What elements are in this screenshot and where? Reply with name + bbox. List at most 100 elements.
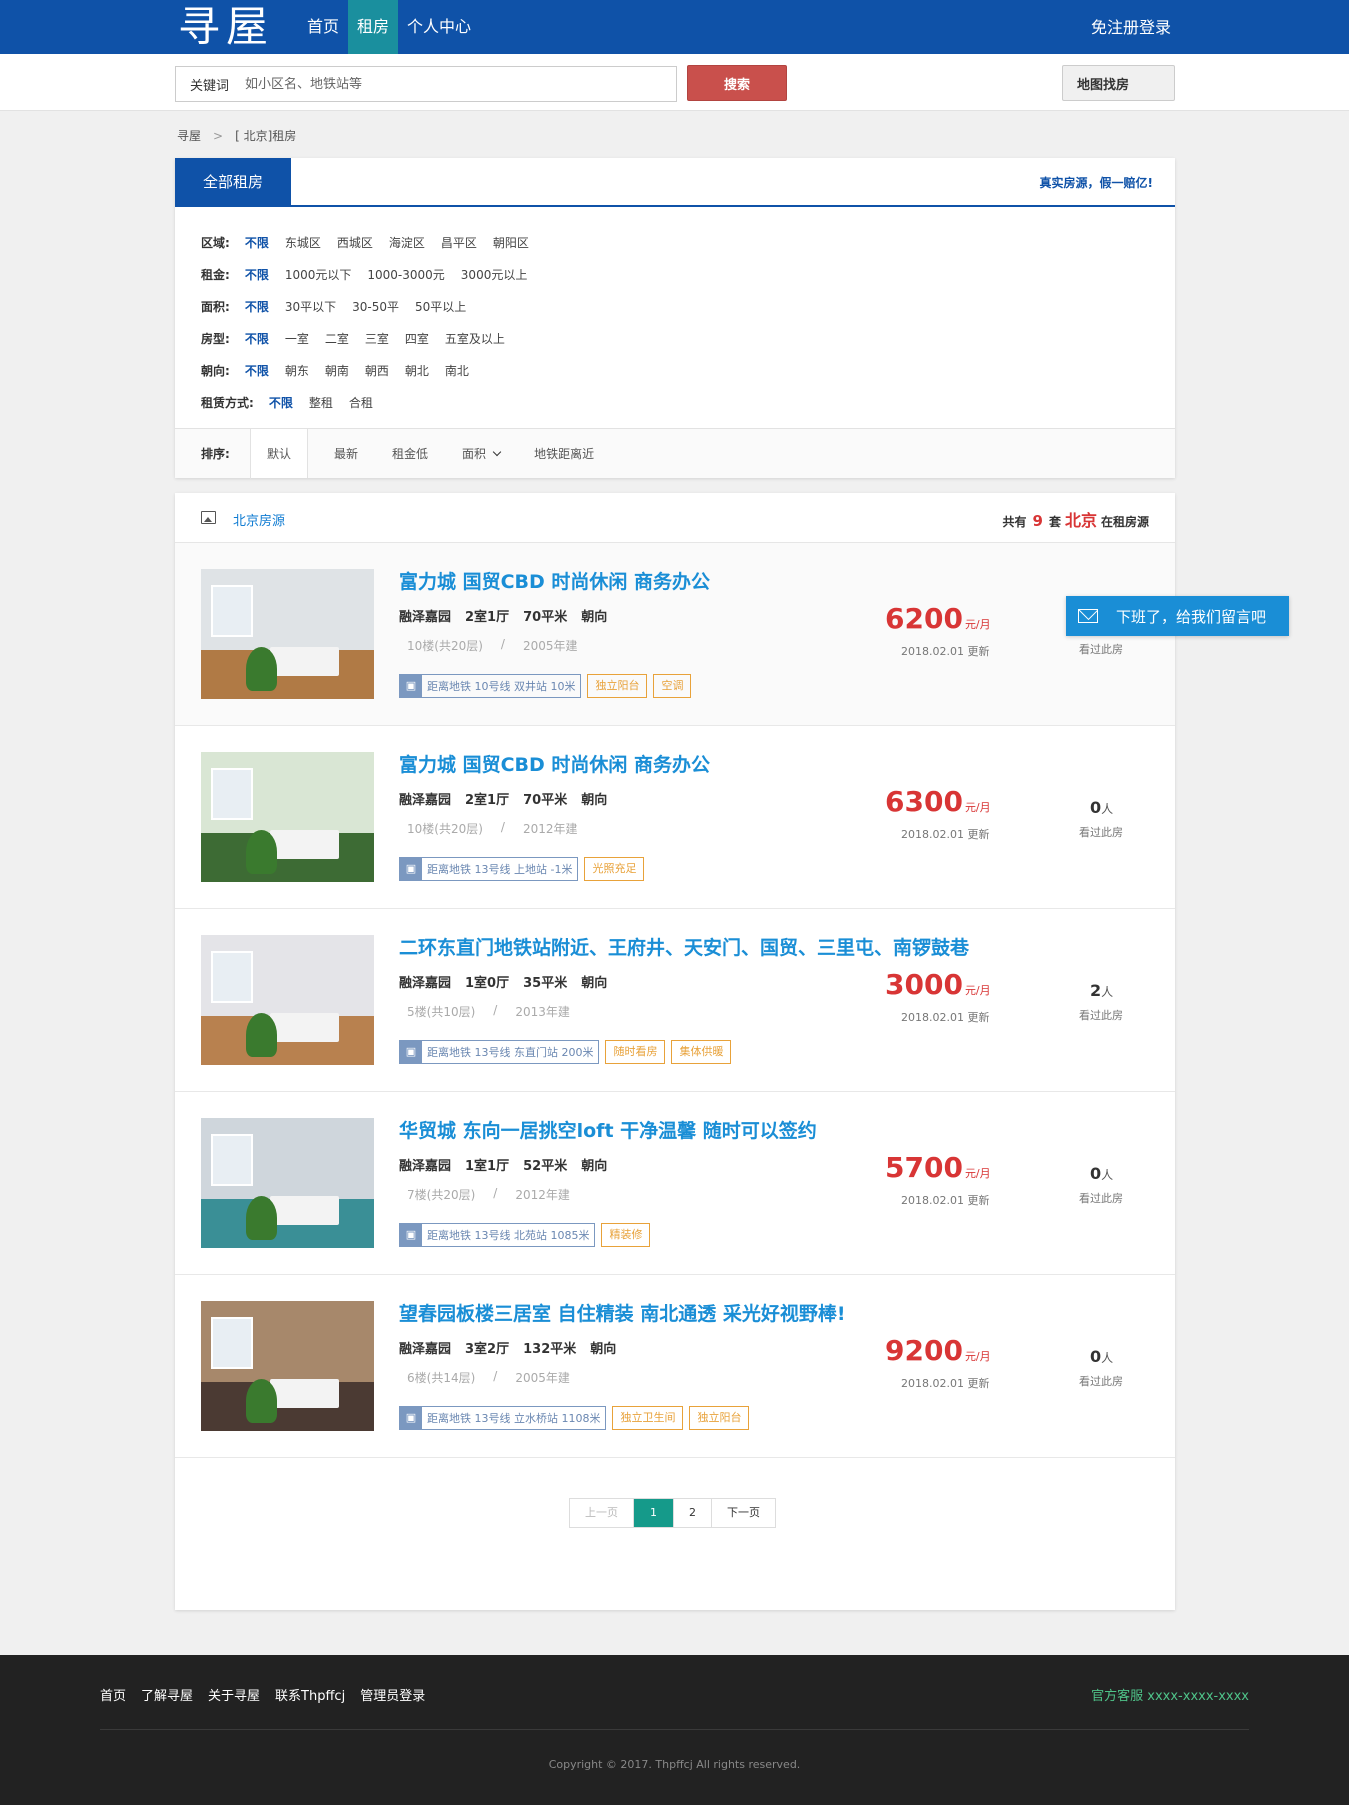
filter-option[interactable]: 30平以下 <box>285 298 336 315</box>
sort-metro-distance[interactable]: 地铁距离近 <box>518 445 594 462</box>
community-name[interactable]: 融泽嘉园 <box>399 1155 451 1174</box>
count-city: 北京 <box>1064 511 1097 530</box>
listing-photo[interactable] <box>201 935 374 1065</box>
listing-title[interactable]: 北京房源 <box>233 510 285 529</box>
filter-option[interactable]: 合租 <box>349 394 373 411</box>
listing-meta: 10楼(共20层) / 2012年建 <box>407 820 578 837</box>
sort-area[interactable]: 面积 <box>446 445 502 462</box>
listing-meta: 5楼(共10层) / 2013年建 <box>407 1003 570 1020</box>
tab-all-rentals[interactable]: 全部租房 <box>175 158 291 206</box>
price-value: 9200 <box>885 1334 963 1367</box>
filter-option[interactable]: 朝北 <box>405 362 429 379</box>
filter-option[interactable]: 昌平区 <box>441 234 477 251</box>
filter-option[interactable]: 西城区 <box>337 234 373 251</box>
listing-photo[interactable] <box>201 752 374 882</box>
pager-page-1[interactable]: 1 <box>634 1499 674 1527</box>
listing-item[interactable]: 华贸城 东向一居挑空loft 干净温馨 随时可以签约 融泽嘉园 1室1厅 52平米 朝向… <box>175 1092 1175 1275</box>
filter-option[interactable]: 三室 <box>365 330 389 347</box>
nav-user-center[interactable]: 个人中心 <box>398 0 480 54</box>
filter-option[interactable]: 四室 <box>405 330 429 347</box>
footer-link-about-xunwu[interactable]: 了解寻屋 <box>141 1685 193 1704</box>
mail-icon <box>1078 609 1098 623</box>
community-name[interactable]: 融泽嘉园 <box>399 1338 451 1357</box>
footer-link-admin-login[interactable]: 管理员登录 <box>360 1685 425 1704</box>
room-area: 70平米 <box>523 610 568 625</box>
login-link[interactable]: 免注册登录 <box>1091 0 1171 56</box>
filter-option[interactable]: 30-50平 <box>352 298 399 315</box>
filter-option[interactable]: 不限 <box>245 234 269 251</box>
filter-option[interactable]: 不限 <box>245 266 269 283</box>
feature-tag: 集体供暖 <box>671 1040 732 1064</box>
community-name[interactable]: 融泽嘉园 <box>399 789 451 808</box>
filter-option[interactable]: 不限 <box>269 394 293 411</box>
filter-option[interactable]: 二室 <box>325 330 349 347</box>
filter-option[interactable]: 东城区 <box>285 234 321 251</box>
view-count-label: 看过此房 <box>1079 1009 1123 1022</box>
pagination: 上一页 1 2 下一页 <box>569 1498 776 1528</box>
photo-window <box>211 950 253 1003</box>
listing-item[interactable]: 望春园板楼三居室 自住精装 南北通透 采光好视野棒! 融泽嘉园 3室2厅 132平米朝… <box>175 1275 1175 1458</box>
meta-separator: / <box>493 1369 498 1383</box>
listing-item[interactable]: 二环东直门地铁站附近、王府井、天安门、国贸、三里屯、南锣鼓巷融泽嘉园 1室0厅 35… <box>175 909 1175 1092</box>
sort-price-low[interactable]: 租金低 <box>376 445 428 462</box>
filter-option[interactable]: 不限 <box>245 298 269 315</box>
listing-title-link[interactable]: 华贸城 东向一居挑空loft 干净温馨 随时可以签约 <box>399 1116 817 1143</box>
listing-tags: ▣ 距离地铁 10号线 双井站 10米 独立阳台 空调 <box>399 674 692 698</box>
footer-link-home[interactable]: 首页 <box>100 1685 126 1704</box>
pager-next[interactable]: 下一页 <box>712 1499 775 1527</box>
search-input[interactable] <box>245 76 646 92</box>
view-count-unit: 人 <box>1101 802 1114 816</box>
price-unit: 元/月 <box>964 801 991 814</box>
nav-rent[interactable]: 租房 <box>348 0 399 54</box>
listing-title-link[interactable]: 望春园板楼三居室 自住精装 南北通透 采光好视野棒! <box>399 1299 846 1326</box>
photo-plant <box>245 830 278 875</box>
listing-item[interactable]: 富力城 国贸CBD 时尚休闲 商务办公融泽嘉园 2室1厅 70平米 朝向 10楼(共20… <box>175 726 1175 909</box>
community-name[interactable]: 融泽嘉园 <box>399 606 451 625</box>
filter-option[interactable]: 3000元以上 <box>461 266 528 283</box>
filter-option[interactable]: 南北 <box>445 362 469 379</box>
sort-newest[interactable]: 最新 <box>318 445 358 462</box>
updated-date: 2018.02.01 更新 <box>901 1377 990 1390</box>
metro-tag: ▣ 距离地铁 13号线 北苑站 1085米 <box>399 1223 596 1247</box>
listing-title-link[interactable]: 二环东直门地铁站附近、王府井、天安门、国贸、三里屯、南锣鼓巷 <box>399 933 969 960</box>
build-year: 2012年建 <box>515 1188 570 1202</box>
filter-option[interactable]: 一室 <box>285 330 309 347</box>
community-name[interactable]: 融泽嘉园 <box>399 972 451 991</box>
filter-option[interactable]: 1000元以下 <box>285 266 352 283</box>
listing-photo[interactable] <box>201 1118 374 1248</box>
footer-link-contact[interactable]: 联系Thpffcj <box>275 1685 345 1704</box>
listing-info: 融泽嘉园 1室0厅 35平米 朝向 <box>399 972 607 991</box>
site-logo[interactable]: 寻屋 <box>178 3 274 51</box>
pager-page-2[interactable]: 2 <box>674 1499 712 1527</box>
filter-option[interactable]: 五室及以上 <box>445 330 505 347</box>
filter-option[interactable]: 朝南 <box>325 362 349 379</box>
filter-option[interactable]: 50平以上 <box>415 298 466 315</box>
listing-title-link[interactable]: 富力城 国贸CBD 时尚休闲 商务办公 <box>399 567 710 594</box>
filter-option[interactable]: 不限 <box>245 362 269 379</box>
filter-option[interactable]: 海淀区 <box>389 234 425 251</box>
filter-option[interactable]: 1000-3000元 <box>367 266 444 283</box>
room-direction: 朝向 <box>590 1342 617 1357</box>
map-search-button[interactable]: 地图找房 <box>1062 65 1175 101</box>
leave-message-button[interactable]: 下班了，给我们留言吧 <box>1066 596 1289 636</box>
filter-option[interactable]: 整租 <box>309 394 333 411</box>
metro-tag: ▣ 距离地铁 13号线 东直门站 200米 <box>399 1040 600 1064</box>
filter-option[interactable]: 朝西 <box>365 362 389 379</box>
listing-info: 融泽嘉园 2室1厅 70平米 朝向 <box>399 789 607 808</box>
listing-photo[interactable] <box>201 569 374 699</box>
listing-item[interactable]: 富力城 国贸CBD 时尚休闲 商务办公 融泽嘉园 2室1厅 70平米 朝向 10楼(共20… <box>175 543 1175 726</box>
breadcrumb-home[interactable]: 寻屋 <box>177 127 201 144</box>
nav-home[interactable]: 首页 <box>298 0 348 54</box>
breadcrumb: 寻屋 > [ 北京]租房 <box>177 127 296 144</box>
pager-prev[interactable]: 上一页 <box>570 1499 634 1527</box>
filter-option[interactable]: 朝阳区 <box>493 234 529 251</box>
filter-option[interactable]: 不限 <box>245 330 269 347</box>
listing-title-link[interactable]: 富力城 国贸CBD 时尚休闲 商务办公 <box>399 750 710 777</box>
footer-link-about[interactable]: 关于寻屋 <box>208 1685 260 1704</box>
listing-photo[interactable] <box>201 1301 374 1431</box>
filter-option[interactable]: 朝东 <box>285 362 309 379</box>
updated-date: 2018.02.01 更新 <box>901 1011 990 1024</box>
filter-label: 面积: <box>201 299 230 314</box>
search-button[interactable]: 搜索 <box>687 65 787 101</box>
sort-default[interactable]: 默认 <box>251 429 309 478</box>
